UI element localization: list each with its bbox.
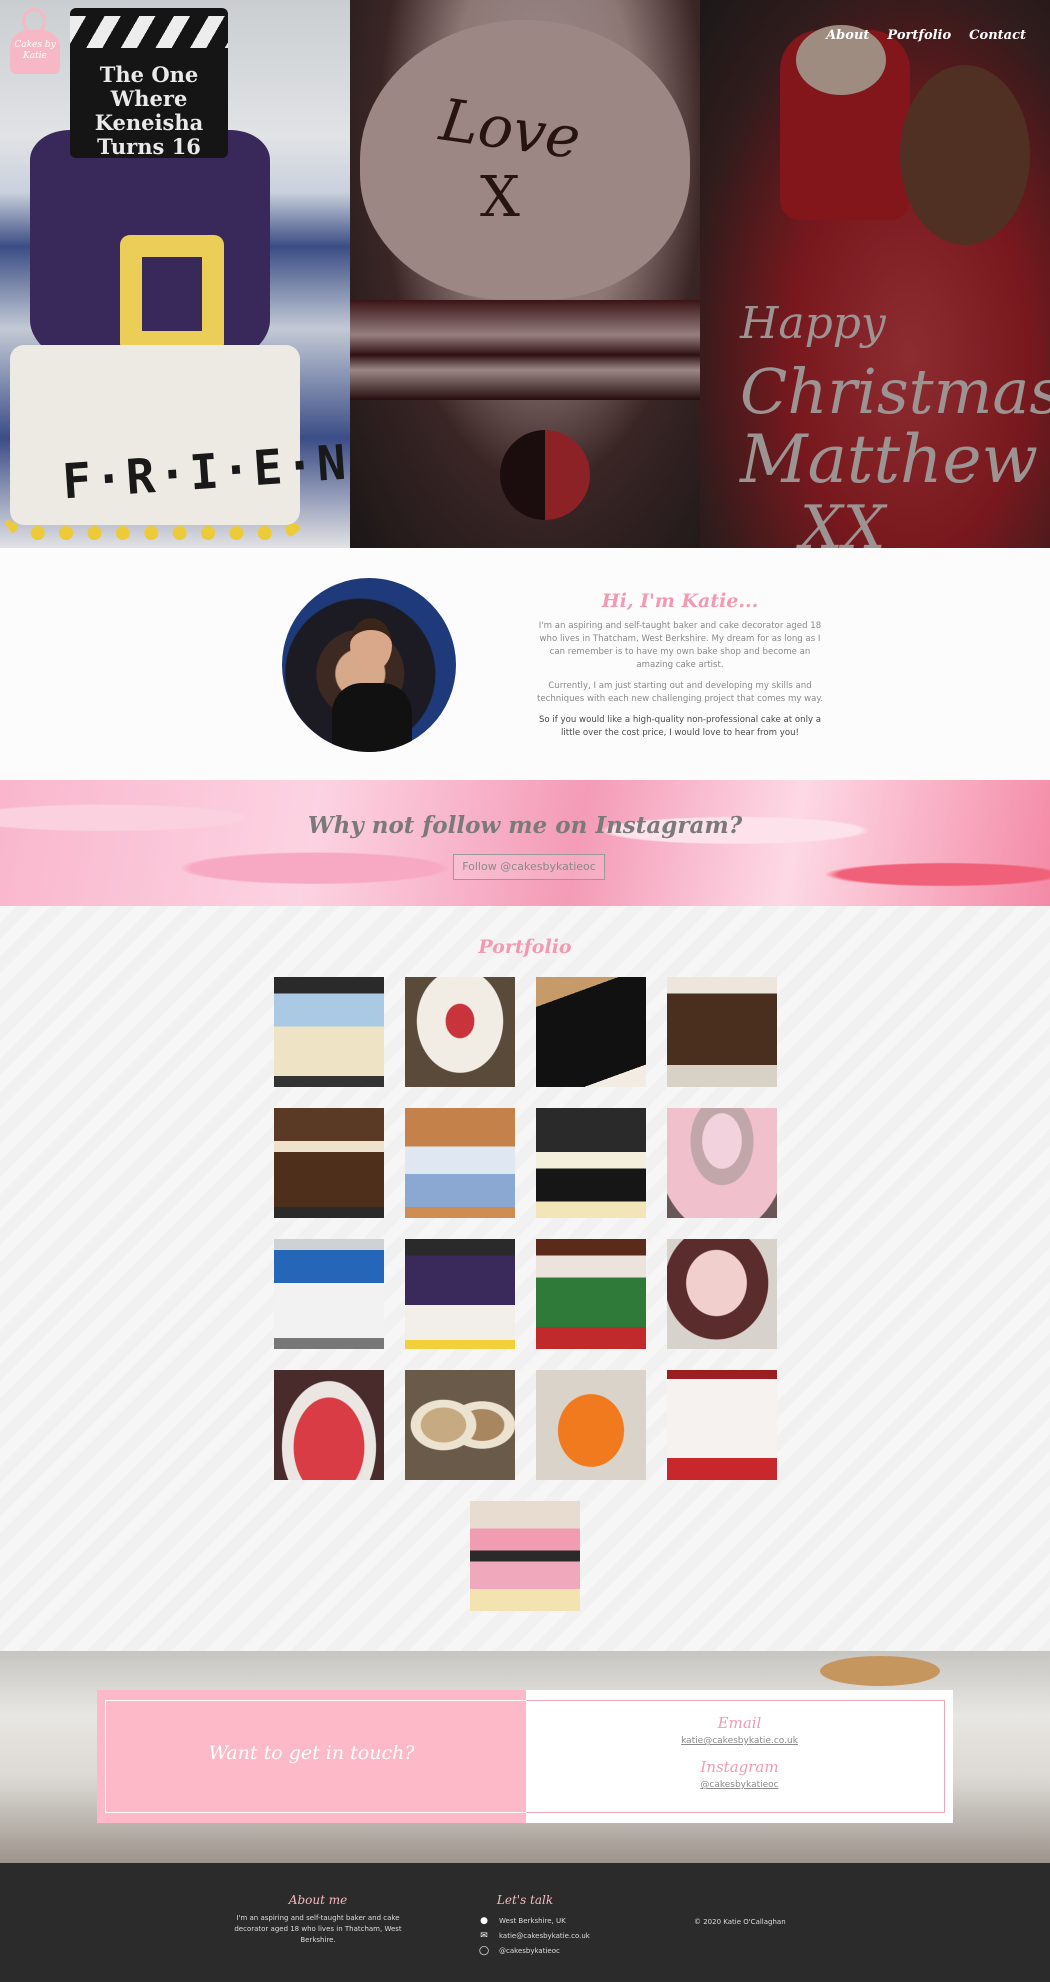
footer-email[interactable]: katie@cakesbykatie.co.uk <box>499 1932 590 1940</box>
portfolio-title: Portfolio <box>478 936 572 958</box>
portfolio-item[interactable] <box>536 1239 646 1349</box>
site-logo[interactable]: Cakes by Katie <box>10 8 60 74</box>
email-link[interactable]: katie@cakesbykatie.co.uk <box>526 1736 953 1746</box>
portfolio-item[interactable] <box>405 1239 515 1349</box>
portfolio-item[interactable] <box>274 977 384 1087</box>
follow-instagram-button[interactable]: Follow @cakesbykatieoc <box>453 854 605 880</box>
instagram-title: Why not follow me on Instagram? <box>307 812 743 839</box>
portfolio-item[interactable] <box>274 1239 384 1349</box>
footer: About me I'm an aspiring and self-taught… <box>0 1863 1050 1982</box>
hero-image-friends-cake: F·R·I·E·N·D·S The One Where Keneisha Tur… <box>0 0 350 548</box>
copyright: © 2020 Katie O'Callaghan <box>694 1918 786 1926</box>
about-section: Hi, I'm Katie... I'm an aspiring and sel… <box>0 548 1050 780</box>
portfolio-item[interactable] <box>470 1501 580 1611</box>
portfolio-item[interactable] <box>667 1108 777 1218</box>
instagram-label: Instagram <box>700 1758 779 1776</box>
footer-talk-title: Let's talk <box>496 1893 554 1907</box>
nav-about[interactable]: About <box>826 28 869 43</box>
map-pin-icon: ● <box>480 1915 488 1926</box>
hero-image-christmas-cake: Happy Christmas Matthew XX <box>700 0 1050 548</box>
portfolio-section: Portfolio <box>0 906 1050 1651</box>
footer-about-text: I'm an aspiring and self-taught baker an… <box>234 1914 402 1944</box>
about-text: I'm an aspiring and self-taught baker an… <box>536 621 824 738</box>
instagram-icon: ◯ <box>479 1945 490 1956</box>
footer-instagram[interactable]: @cakesbykatieoc <box>499 1947 560 1955</box>
envelope-icon: ✉ <box>480 1930 488 1941</box>
portfolio-item[interactable] <box>405 1108 515 1218</box>
portfolio-item[interactable] <box>274 1370 384 1480</box>
main-nav: About Portfolio Contact <box>826 28 1026 43</box>
contact-section: Want to get in touch? Email katie@cakesb… <box>0 1651 1050 1863</box>
portfolio-item[interactable] <box>667 977 777 1087</box>
portfolio-item[interactable] <box>405 1370 515 1480</box>
profile-photo <box>282 578 456 752</box>
footer-contact: Let's talk ● West Berkshire, UK ✉ katie@… <box>475 1893 625 1958</box>
hero-slideshow: F·R·I·E·N·D·S The One Where Keneisha Tur… <box>0 0 1050 548</box>
portfolio-item[interactable] <box>536 1370 646 1480</box>
about-title: Hi, I'm Katie... <box>601 590 759 612</box>
logo-text: Cakes by Katie <box>14 40 56 61</box>
footer-about-title: About me <box>288 1893 348 1907</box>
contact-card: Want to get in touch? Email katie@cakesb… <box>97 1690 953 1823</box>
instagram-banner: Why not follow me on Instagram? Follow @… <box>0 780 1050 906</box>
hero-image-love-cake: Love X <box>350 0 700 548</box>
footer-location: West Berkshire, UK <box>499 1916 566 1925</box>
portfolio-item[interactable] <box>536 977 646 1087</box>
nav-contact[interactable]: Contact <box>969 28 1026 43</box>
instagram-link[interactable]: @cakesbykatieoc <box>526 1780 953 1790</box>
nav-portfolio[interactable]: Portfolio <box>887 28 951 43</box>
portfolio-item[interactable] <box>536 1108 646 1218</box>
portfolio-item[interactable] <box>667 1239 777 1349</box>
footer-about: About me I'm an aspiring and self-taught… <box>220 1893 416 1946</box>
portfolio-item[interactable] <box>274 1108 384 1218</box>
email-label: Email <box>717 1714 762 1732</box>
portfolio-item[interactable] <box>405 977 515 1087</box>
portfolio-item[interactable] <box>667 1370 777 1480</box>
